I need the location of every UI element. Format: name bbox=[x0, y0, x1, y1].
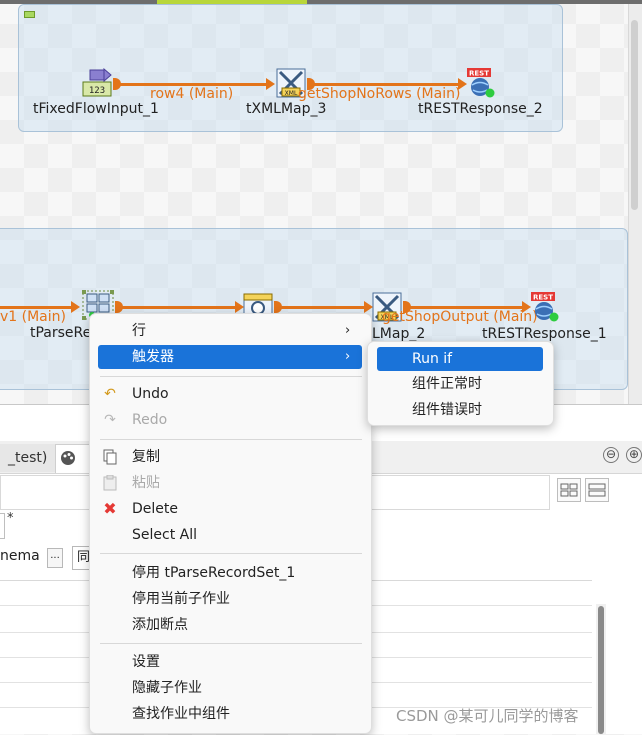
menu-item-add-breakpoint[interactable]: 添加断点 bbox=[100, 613, 362, 637]
context-menu: 行 › 触发器 › ↶ Undo ↷ Redo 复制 粘贴 ✖ Delete S… bbox=[89, 313, 372, 734]
fixed-flow-icon-text: 123 bbox=[89, 86, 105, 96]
copy-icon bbox=[102, 449, 118, 465]
menu-item-label: 停用 tParseRecordSet_1 bbox=[132, 565, 296, 581]
link-label-row4[interactable]: row4 (Main) bbox=[150, 86, 233, 102]
link-arrowhead bbox=[266, 78, 275, 90]
xml-icon-text: XML bbox=[285, 90, 298, 97]
menu-item-undo[interactable]: ↶ Undo bbox=[100, 382, 362, 406]
menu-item-label: Redo bbox=[132, 412, 168, 428]
menu-item-label: 停用当前子作业 bbox=[132, 591, 230, 607]
component-label-fixed-flow-input: tFixedFlowInput_1 bbox=[33, 101, 159, 117]
submenu-item-label: 组件正常时 bbox=[412, 376, 482, 392]
grid-view-button[interactable] bbox=[557, 478, 581, 502]
menu-item-hide-subjob[interactable]: 隐藏子作业 bbox=[100, 676, 362, 700]
chevron-right-icon: › bbox=[345, 323, 351, 338]
menu-item-label: 触发器 bbox=[132, 349, 174, 365]
menu-item-label: Select All bbox=[132, 527, 197, 543]
trigger-submenu: Run if 组件正常时 组件错误时 bbox=[367, 341, 554, 426]
menu-separator bbox=[100, 376, 362, 377]
grid-view-icon bbox=[560, 483, 578, 497]
link-middle-2[interactable] bbox=[281, 306, 365, 309]
required-asterisk: * bbox=[7, 511, 14, 526]
menu-separator bbox=[100, 439, 362, 440]
submenu-item-label: 组件错误时 bbox=[412, 402, 482, 418]
menu-item-label: Delete bbox=[132, 501, 178, 517]
delete-icon: ✖ bbox=[103, 499, 117, 518]
submenu-item-run-if[interactable]: Run if bbox=[377, 347, 543, 371]
table-scrollbar-thumb[interactable] bbox=[598, 606, 604, 734]
submenu-item-on-component-error[interactable]: 组件错误时 bbox=[377, 398, 543, 422]
menu-item-find-component[interactable]: 查找作业中组件 bbox=[100, 702, 362, 726]
edit-schema-button[interactable]: ... bbox=[47, 548, 63, 568]
chevron-right-icon: › bbox=[345, 349, 351, 364]
menu-item-settings[interactable]: 设置 bbox=[100, 650, 362, 674]
menu-item-label: 设置 bbox=[132, 654, 160, 670]
menu-item-delete[interactable]: ✖ Delete bbox=[100, 497, 362, 521]
fixed-flow-input-icon[interactable]: 123 bbox=[82, 67, 112, 98]
rest-response-1-icon[interactable]: REST bbox=[530, 292, 560, 322]
component-label-rest-response-2: tRESTResponse_2 bbox=[418, 101, 543, 117]
canvas-scrollbar-thumb[interactable] bbox=[631, 20, 638, 210]
tab-job[interactable]: _test) bbox=[0, 444, 57, 472]
menu-item-label: 查找作业中组件 bbox=[132, 706, 230, 722]
link-label-left[interactable]: v1 (Main) bbox=[0, 309, 66, 325]
link-middle-1[interactable] bbox=[122, 306, 236, 309]
menu-item-label: 行 bbox=[132, 323, 146, 339]
menu-item-label: Undo bbox=[132, 386, 169, 402]
menu-separator bbox=[100, 643, 362, 644]
maximize-panel-button[interactable]: ⊕ bbox=[626, 447, 642, 463]
list-view-button[interactable] bbox=[585, 478, 609, 502]
schema-label: nema bbox=[0, 548, 40, 564]
subjob-collapse-marker[interactable] bbox=[24, 11, 35, 18]
palette-icon bbox=[60, 450, 76, 470]
menu-item-label: 复制 bbox=[132, 449, 160, 465]
menu-item-paste[interactable]: 粘贴 bbox=[100, 471, 362, 495]
rest-response-icon[interactable]: REST bbox=[466, 68, 496, 98]
menu-item-label: 隐藏子作业 bbox=[132, 680, 202, 696]
link-label-get-shop-output[interactable]: getShopOutput (Main) bbox=[382, 309, 538, 325]
submenu-item-label: Run if bbox=[412, 351, 453, 367]
menu-item-label: 粘贴 bbox=[132, 475, 160, 491]
menu-item-copy[interactable]: 复制 bbox=[100, 445, 362, 469]
component-label-xml-map-2: LMap_2 bbox=[372, 326, 426, 342]
menu-item-select-all[interactable]: Select All bbox=[100, 523, 362, 547]
menu-item-row[interactable]: 行 › bbox=[100, 319, 362, 343]
component-label-xml-map-3: tXMLMap_3 bbox=[246, 101, 327, 117]
menu-item-disable-subjob[interactable]: 停用当前子作业 bbox=[100, 587, 362, 611]
submenu-item-on-component-ok[interactable]: 组件正常时 bbox=[377, 372, 543, 396]
list-view-icon bbox=[588, 483, 606, 497]
rest-icon-text: REST bbox=[469, 70, 489, 78]
watermark: CSDN @某可儿同学的博客 bbox=[396, 707, 579, 725]
menu-item-trigger[interactable]: 触发器 › bbox=[98, 345, 362, 369]
rest-icon-text: REST bbox=[533, 294, 553, 302]
undo-icon: ↶ bbox=[104, 386, 116, 402]
component-name-field[interactable] bbox=[0, 513, 5, 539]
minimize-panel-button[interactable]: ⊖ bbox=[603, 447, 619, 463]
component-label-rest-response-1: tRESTResponse_1 bbox=[482, 326, 607, 342]
paste-icon bbox=[102, 474, 118, 491]
menu-item-label: 添加断点 bbox=[132, 617, 188, 633]
menu-separator bbox=[100, 553, 362, 554]
redo-icon: ↷ bbox=[104, 412, 116, 428]
menu-item-disable-component[interactable]: 停用 tParseRecordSet_1 bbox=[100, 561, 362, 585]
component-label-parse-record-set: tParseRe bbox=[30, 325, 92, 341]
link-arrowhead bbox=[71, 301, 80, 313]
link-label-get-shop-no-rows[interactable]: getShopNoRows (Main) bbox=[298, 86, 460, 102]
menu-item-redo[interactable]: ↷ Redo bbox=[100, 408, 362, 432]
